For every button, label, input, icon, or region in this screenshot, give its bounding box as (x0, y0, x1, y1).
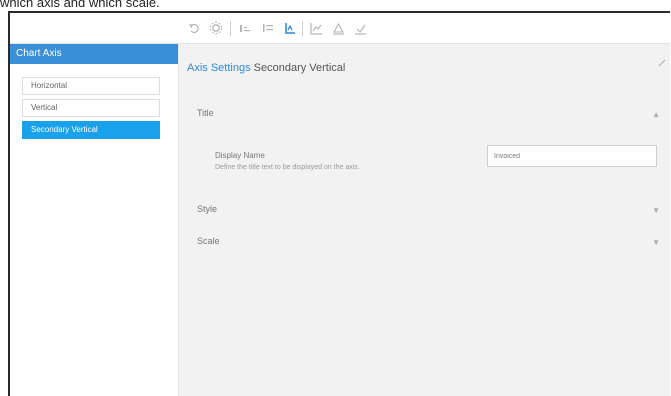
edit-icon[interactable] (658, 54, 666, 72)
settings-panel: Axis Settings Secondary Vertical Title ▲… (179, 44, 670, 396)
axis-icon[interactable] (282, 20, 298, 36)
chart-line-icon[interactable] (308, 20, 324, 36)
chart-check-icon[interactable] (352, 20, 368, 36)
sidebar-item-vertical[interactable]: Vertical (22, 99, 160, 117)
sidebar-title: Chart Axis (10, 44, 178, 64)
list-icon[interactable] (260, 20, 276, 36)
sidebar-item-secondary-vertical[interactable]: Secondary Vertical (22, 121, 160, 139)
display-name-description: Define the title text to be displayed on… (215, 164, 360, 171)
app-window: Chart Axis Horizontal Vertical Secondary… (8, 11, 670, 396)
gear-icon[interactable] (208, 20, 224, 36)
section-style[interactable]: Style ▼ (197, 204, 660, 218)
chevron-up-icon[interactable]: ▲ (652, 110, 660, 119)
section-scale-label: Scale (197, 236, 220, 246)
section-title-label: Title (197, 108, 214, 118)
caption-text: which axis and which scale. (0, 0, 160, 10)
section-style-label: Style (197, 204, 218, 214)
section-title[interactable]: Title ▲ (197, 108, 660, 122)
page-title-rest: Secondary Vertical (253, 62, 346, 74)
display-name-input[interactable] (487, 145, 657, 167)
toolbar (10, 13, 670, 44)
chart-type-icon[interactable] (238, 20, 254, 36)
section-scale[interactable]: Scale ▼ (197, 236, 660, 250)
chevron-down-icon[interactable]: ▼ (652, 206, 660, 215)
sidebar-item-horizontal[interactable]: Horizontal (22, 77, 160, 95)
page-title-accent: Axis Settings (187, 62, 251, 74)
undo-icon[interactable] (186, 20, 202, 36)
chart-warn-icon[interactable] (330, 20, 346, 36)
chevron-down-icon[interactable]: ▼ (652, 238, 660, 247)
page-title: Axis Settings Secondary Vertical (187, 62, 345, 74)
sidebar: Chart Axis Horizontal Vertical Secondary… (10, 44, 179, 396)
display-name-label: Display Name (215, 151, 265, 160)
